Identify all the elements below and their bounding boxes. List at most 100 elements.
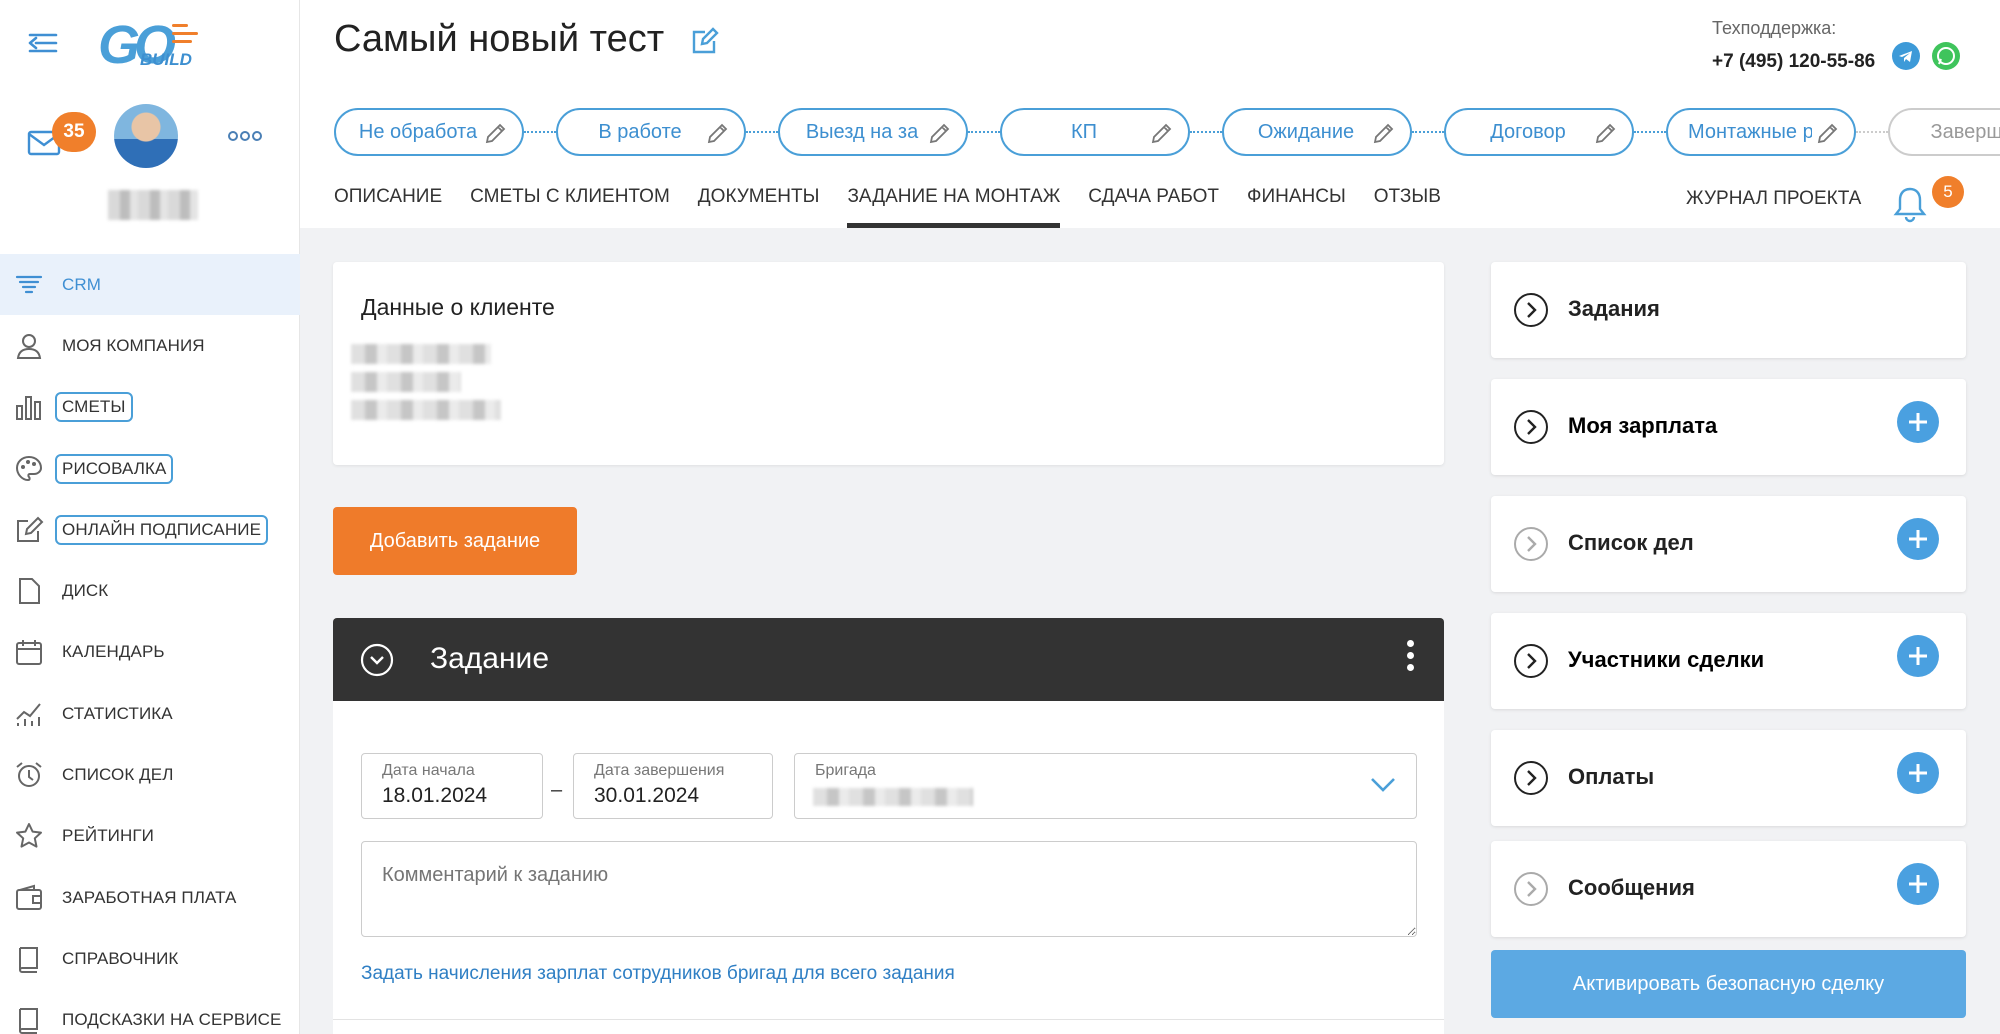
chevron-right-icon[interactable] [1513,871,1549,907]
pencil-icon[interactable] [484,121,508,145]
tab-documents[interactable]: ДОКУМЕНТЫ [698,186,820,228]
chevron-right-icon[interactable] [1513,643,1549,679]
sidebar-item-salary[interactable]: ЗАРАБОТНАЯ ПЛАТА [0,867,300,928]
task-menu-icon[interactable] [1403,640,1417,680]
panel-label: Моя зарплата [1568,413,1718,438]
pencil-icon[interactable] [928,121,952,145]
stage-contract[interactable]: Договор [1444,108,1634,156]
chevron-right-icon[interactable] [1513,760,1549,796]
add-icon[interactable] [1897,518,1939,560]
add-task-button[interactable]: Добавить задание [333,507,577,575]
collapse-sidebar-icon[interactable] [26,26,60,60]
sidebar-item-drawing[interactable]: РИСОВАЛКА [0,438,300,499]
stage-label: В работе [598,121,682,143]
tab-review[interactable]: ОТЗЫВ [1374,186,1441,228]
sidebar-item-label: СМЕТЫ [55,392,133,423]
pencil-icon[interactable] [1150,121,1174,145]
deal-participants-panel[interactable]: Участники сделки [1491,613,1966,709]
sidebar-item-ratings[interactable]: РЕЙТИНГИ [0,806,300,867]
alarm-icon [14,760,44,790]
pencil-icon[interactable] [1372,121,1396,145]
more-options-icon[interactable] [228,128,266,148]
project-journal-link[interactable]: ЖУРНАЛ ПРОЕКТА [1686,188,1861,210]
stage-kp[interactable]: КП [1000,108,1190,156]
add-icon[interactable] [1897,752,1939,794]
stage-connector [524,131,556,133]
sidebar-item-label: КАЛЕНДАРЬ [62,642,165,662]
date-range-dash: – [551,779,563,801]
sidebar-item-online-signing[interactable]: ОНЛАЙН ПОДПИСАНИЕ [0,499,300,560]
todo-panel[interactable]: Список дел [1491,496,1966,592]
end-date-field[interactable]: Дата завершения 30.01.2024 [573,753,773,819]
task-body: Дата начала 18.01.2024 – Дата завершения… [333,701,1444,1034]
stage-installation[interactable]: Монтажные р [1666,108,1856,156]
support-phone[interactable]: +7 (495) 120-55-86 [1712,51,1875,73]
panel-label: Оплаты [1568,764,1655,789]
brigade-select[interactable]: Бригада [794,753,1417,819]
edit-title-icon[interactable] [690,26,720,56]
sidebar-item-statistics[interactable]: СТАТИСТИКА [0,683,300,744]
stats-icon [14,699,44,729]
sidebar-item-label: МОЯ КОМПАНИЯ [62,335,205,355]
start-date-field[interactable]: Дата начала 18.01.2024 [361,753,543,819]
sidebar-item-todo[interactable]: СПИСОК ДЕЛ [0,744,300,805]
messages-panel[interactable]: Сообщения [1491,841,1966,937]
my-salary-panel[interactable]: Моя зарплата [1491,379,1966,475]
chevron-right-icon[interactable] [1513,409,1549,445]
sidebar-item-disk[interactable]: ДИСК [0,560,300,621]
collapse-task-icon[interactable] [359,642,395,678]
sidebar-item-label: СПРАВОЧНИК [62,948,179,968]
pencil-icon[interactable] [706,121,730,145]
stage-connector [1634,131,1666,133]
sidebar-item-crm[interactable]: CRM [0,254,300,316]
salary-accrual-link[interactable]: Задать начисления зарплат сотрудников бр… [361,963,955,985]
stage-connector [1856,131,1888,133]
brigade-label: Бригада [815,762,876,779]
logo[interactable]: GO BUILD [98,14,208,76]
avatar[interactable] [114,104,178,168]
telegram-icon[interactable] [1892,42,1920,70]
stage-label: Выезд на за [805,121,919,143]
tab-installation-task[interactable]: ЗАДАНИЕ НА МОНТАЖ [847,186,1061,228]
deal-stages: Не обработа В работе Выезд на за КП Ожид… [334,108,2000,156]
stage-waiting[interactable]: Ожидание [1222,108,1412,156]
tab-finance[interactable]: ФИНАНСЫ [1247,186,1346,228]
stage-label: Не обработа [358,121,478,143]
sidebar-item-calendar[interactable]: КАЛЕНДАРЬ [0,622,300,683]
stage-label: Ожидание [1257,121,1355,143]
stage-site-visit[interactable]: Выезд на за [778,108,968,156]
client-info-redacted [351,400,501,420]
bell-icon[interactable] [1892,184,1928,224]
stage-not-processed[interactable]: Не обработа [334,108,524,156]
sidebar-item-directory[interactable]: СПРАВОЧНИК [0,928,300,989]
chevron-right-icon[interactable] [1513,292,1549,328]
add-icon[interactable] [1897,635,1939,677]
stage-completed[interactable]: Заверше [1888,108,2000,156]
task-comment-input[interactable] [361,841,1417,937]
payments-panel[interactable]: Оплаты [1491,730,1966,826]
activate-safe-deal-button[interactable]: Активировать безопасную сделку [1491,950,1966,1018]
tab-description[interactable]: ОПИСАНИЕ [334,186,442,228]
logo-subtext: BUILD [140,50,192,69]
add-icon[interactable] [1897,863,1939,905]
sidebar-item-label: ОНЛАЙН ПОДПИСАНИЕ [55,514,269,545]
whatsapp-icon[interactable] [1932,42,1960,70]
start-date-value: 18.01.2024 [382,784,488,807]
sidebar-item-estimates[interactable]: СМЕТЫ [0,377,300,438]
tab-client-estimates[interactable]: СМЕТЫ С КЛИЕНТОМ [470,186,670,228]
panel-label: Список дел [1568,530,1694,555]
tasks-panel[interactable]: Задания [1491,262,1966,358]
stage-in-work[interactable]: В работе [556,108,746,156]
pencil-icon[interactable] [1594,121,1618,145]
sidebar-item-label: CRM [62,274,102,294]
stage-connector [1412,131,1444,133]
tab-work-handover[interactable]: СДАЧА РАБОТ [1088,186,1219,228]
book-icon [14,1005,44,1034]
add-icon[interactable] [1897,401,1939,443]
chevron-right-icon[interactable] [1513,526,1549,562]
sidebar-item-hints[interactable]: ПОДСКАЗКИ НА СЕРВИСЕ [0,990,300,1034]
end-date-value: 30.01.2024 [594,784,700,807]
sidebar-item-my-company[interactable]: МОЯ КОМПАНИЯ [0,315,300,376]
start-date-label: Дата начала [382,762,475,779]
pencil-icon[interactable] [1816,121,1840,145]
